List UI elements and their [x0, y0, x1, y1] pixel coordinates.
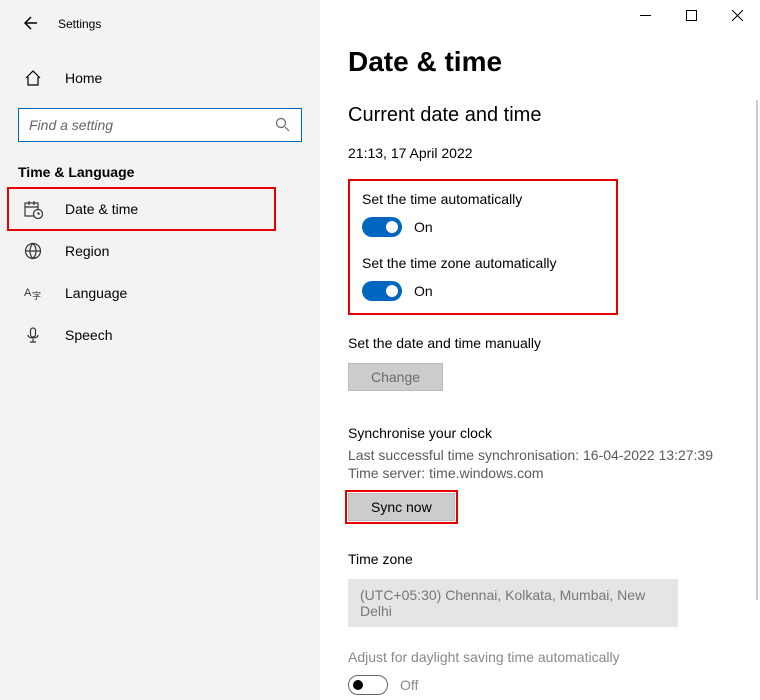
auto-time-toggle[interactable]	[362, 217, 402, 237]
change-button[interactable]: Change	[348, 363, 443, 391]
close-button[interactable]	[714, 0, 760, 30]
tz-dropdown[interactable]: (UTC+05:30) Chennai, Kolkata, Mumbai, Ne…	[348, 579, 678, 627]
nav-label: Language	[65, 285, 127, 301]
home-icon	[23, 68, 43, 88]
nav-label: Speech	[65, 327, 112, 343]
language-icon: A字	[23, 283, 43, 303]
current-datetime: 21:13, 17 April 2022	[348, 145, 738, 161]
sync-title: Synchronise your clock	[348, 425, 738, 441]
category-title: Time & Language	[0, 142, 320, 188]
sidebar-item-language[interactable]: A字 Language	[0, 272, 320, 314]
dst-toggle[interactable]	[348, 675, 388, 695]
home-label: Home	[65, 70, 102, 86]
tz-title: Time zone	[348, 551, 738, 567]
sidebar-item-date-time[interactable]: Date & time	[8, 188, 275, 230]
svg-text:字: 字	[32, 290, 41, 301]
minimize-button[interactable]	[622, 0, 668, 30]
search-box[interactable]	[18, 108, 302, 142]
sidebar-item-speech[interactable]: Speech	[0, 314, 320, 356]
app-title: Settings	[58, 17, 101, 31]
microphone-icon	[23, 325, 43, 345]
nav-label: Region	[65, 243, 109, 259]
sidebar-item-region[interactable]: Region	[0, 230, 320, 272]
manual-label: Set the date and time manually	[348, 335, 738, 351]
maximize-button[interactable]	[668, 0, 714, 30]
auto-time-label: Set the time automatically	[362, 191, 604, 207]
scrollbar[interactable]	[756, 100, 758, 600]
auto-tz-label: Set the time zone automatically	[362, 255, 604, 271]
nav-label: Date & time	[65, 201, 138, 217]
dst-state: Off	[400, 677, 418, 693]
svg-text:A: A	[24, 287, 32, 299]
date-time-icon	[23, 199, 43, 219]
auto-section-highlight: Set the time automatically On Set the ti…	[348, 179, 618, 315]
sync-now-button[interactable]: Sync now	[348, 493, 455, 521]
auto-time-state: On	[414, 219, 433, 235]
auto-tz-state: On	[414, 283, 433, 299]
page-subtitle: Current date and time	[348, 104, 738, 127]
sync-last: Last successful time synchronisation: 16…	[348, 447, 738, 463]
search-input[interactable]	[29, 117, 275, 133]
back-button[interactable]	[20, 14, 40, 34]
sync-server: Time server: time.windows.com	[348, 465, 738, 481]
page-title: Date & time	[348, 46, 738, 78]
dst-label: Adjust for daylight saving time automati…	[348, 649, 738, 665]
search-icon	[275, 117, 291, 133]
globe-icon	[23, 241, 43, 261]
auto-tz-toggle[interactable]	[362, 281, 402, 301]
sidebar-home[interactable]: Home	[0, 58, 320, 98]
